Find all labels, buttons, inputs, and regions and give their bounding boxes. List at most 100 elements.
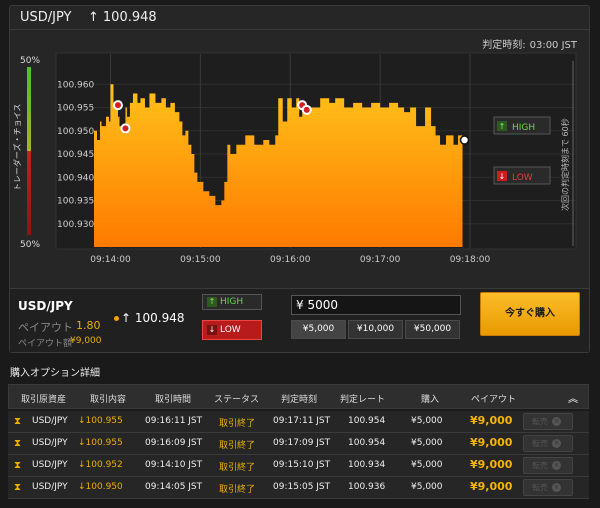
high-arrow-icon: ↑ [207,296,217,307]
row-payout: ¥9,000 [470,436,513,449]
trade-marker-icon [301,104,312,115]
close-icon: × [552,461,561,470]
y-tick-label: 100.930 [57,220,94,230]
col-rate: 判定レート [340,395,386,405]
expiry-time: 03:00 JST [529,40,577,51]
price-dot-icon [114,316,119,321]
trade-price-arrow-icon: ↑ [121,311,132,325]
table-row: ⧗ USD/JPY ↓100.955 09:16:11 JST 取引終了 09:… [8,411,589,433]
current-price-dot [459,135,470,145]
amount-input[interactable] [291,295,461,315]
resell-button[interactable]: 転売 × [523,413,573,430]
close-icon: × [552,417,561,426]
y-tick-label: 100.940 [57,173,94,183]
header-price: ↑ 100.948 [88,10,157,25]
hourglass-icon: ⧗ [14,416,22,427]
chart-high-button[interactable]: ↑ HIGH [493,116,551,135]
row-amount: ¥5,000 [411,438,443,448]
row-rate: 100.954 [348,416,386,426]
payout-amount: ¥9,000 [70,336,102,346]
hourglass-icon: ⧗ [14,438,22,449]
col-purchase: 購入 [421,395,440,405]
tc-bottom-percent: 50% [20,240,40,250]
row-rate: 100.936 [348,482,386,492]
trade-marker-icon [112,100,123,111]
col-payout: ペイアウト [471,395,517,405]
row-expiry: 09:17:11 JST [273,416,331,426]
resell-button[interactable]: 転売 × [523,479,573,496]
col-expiry: 判定時刻 [281,395,318,405]
chart-high-label: HIGH [512,123,535,133]
table-row: ⧗ USD/JPY ↓100.952 09:14:10 JST 取引終了 09:… [8,455,589,477]
x-tick-label: 09:17:00 [360,255,401,265]
row-trade-time: 09:14:10 JST [145,460,203,470]
svg-text:↓: ↓ [499,172,506,181]
row-payout: ¥9,000 [470,458,513,471]
row-content: ↓100.950 [78,482,123,492]
price-chart: 100.960 100.955 100.950 100.945 100.940 100.9… [10,51,589,285]
trade-panel: USD/JPY ペイアウト 1.80 ペイアウト額 ¥9,000 ↑ 100.9… [10,288,589,352]
payout-amount-label: ペイアウト額 [18,339,73,349]
x-tick-label: 09:18:00 [450,255,491,265]
row-asset: USD/JPY [32,460,68,470]
chart-low-button[interactable]: ↓ LOW [493,166,551,185]
row-content: ↓100.955 [78,416,123,426]
x-tick-label: 09:15:00 [180,255,221,265]
row-status: 取引終了 [219,485,256,495]
y-tick-label: 100.960 [57,80,94,90]
preset-5000-button[interactable]: ¥5,000 [291,320,346,339]
row-asset: USD/JPY [32,482,68,492]
row-amount: ¥5,000 [411,460,443,470]
high-button[interactable]: ↑ HIGH [202,294,262,310]
tc-bar-fill [27,67,31,235]
payout-label: ペイアウト [18,321,73,334]
preset-50000-button[interactable]: ¥50,000 [405,320,460,339]
row-asset: USD/JPY [32,416,68,426]
row-expiry: 09:15:10 JST [273,460,331,470]
row-amount: ¥5,000 [411,482,443,492]
row-status: 取引終了 [219,463,256,473]
row-expiry: 09:15:05 JST [273,482,331,492]
resell-button[interactable]: 転売 × [523,457,573,474]
table-header: 取引原資産 取引内容 取引時間 ステータス 判定時刻 判定レート 購入 ペイアウ… [8,384,589,409]
price-up-arrow-icon: ↑ [88,10,99,25]
preset-10000-button[interactable]: ¥10,000 [348,320,403,339]
trading-widget: USD/JPY ↑ 100.948 判定時刻: 03:00 JST 100.960 1… [9,5,590,353]
low-label: LOW [220,325,241,335]
row-trade-time: 09:16:11 JST [145,416,203,426]
col-trade-time: 取引時間 [155,395,192,405]
low-button[interactable]: ↓ LOW [202,320,262,340]
row-rate: 100.934 [348,460,386,470]
y-tick-label: 100.945 [57,150,94,160]
hourglass-icon: ⧗ [14,460,22,471]
payout-rate: 1.80 [76,319,101,332]
tc-vertical-label: トレーダーズ・チョイス [12,104,22,191]
trade-price-value: 100.948 [134,311,185,325]
row-trade-time: 09:14:05 JST [145,482,203,492]
resell-button[interactable]: 転売 × [523,435,573,452]
row-asset: USD/JPY [32,438,68,448]
x-tick-label: 09:16:00 [270,255,311,265]
purchase-details-table: 取引原資産 取引内容 取引時間 ステータス 判定時刻 判定レート 購入 ペイアウ… [8,384,589,508]
header-price-value: 100.948 [102,10,157,25]
row-payout: ¥9,000 [470,414,513,427]
svg-text:↑: ↑ [499,122,506,131]
col-status: ステータス [214,395,260,405]
row-status: 取引終了 [219,441,256,451]
countdown-label: 次回の判定時刻まで 60秒 [560,118,570,211]
chart-low-label: LOW [512,173,533,183]
buy-now-button[interactable]: 今すぐ購入 [480,292,580,336]
y-tick-label: 100.950 [57,127,94,137]
trade-price: ↑ 100.948 [114,311,185,325]
row-expiry: 09:17:09 JST [273,438,331,448]
pair-title: USD/JPY [20,10,72,25]
row-rate: 100.954 [348,438,386,448]
high-label: HIGH [220,297,244,307]
table-row: ⧗ USD/JPY ↓100.955 09:16:09 JST 取引終了 09:… [8,433,589,455]
row-content: ↓100.952 [78,460,123,470]
expiry-label: 判定時刻: 03:00 JST [478,36,577,51]
details-title: 購入オプション詳細 [10,368,100,379]
collapse-chevron-icon[interactable]: ︽ [568,390,578,405]
expiry-row: 判定時刻: 03:00 JST [10,34,589,51]
col-asset: 取引原資産 [21,395,67,405]
